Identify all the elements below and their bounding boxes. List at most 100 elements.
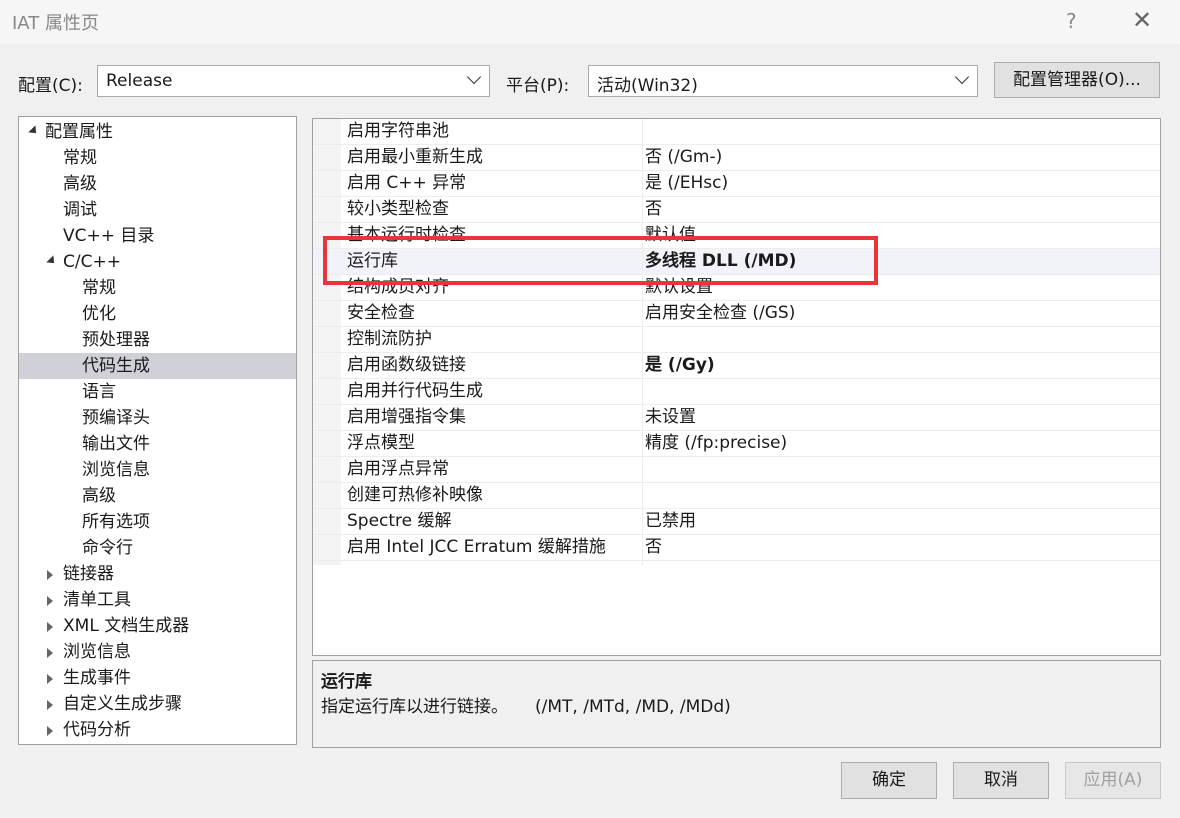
tree-item[interactable]: 高级	[19, 171, 294, 197]
property-name: 启用 Intel JCC Erratum 缓解措施	[347, 537, 606, 557]
tree-item-label: 调试	[63, 200, 97, 220]
property-value[interactable]: 否	[645, 535, 662, 560]
expand-arrow-icon[interactable]	[46, 255, 58, 267]
property-row[interactable]: 浮点模型 精度 (/fp:precise)	[313, 431, 1160, 457]
collapse-arrow-icon[interactable]	[47, 726, 53, 736]
collapse-arrow-icon[interactable]	[47, 648, 53, 658]
tree-item[interactable]: 语言	[19, 379, 294, 405]
property-row[interactable]: 启用 Intel JCC Erratum 缓解措施 否	[313, 535, 1160, 561]
tree-item[interactable]: 优化	[19, 301, 294, 327]
property-name: 创建可热修补映像	[347, 485, 483, 505]
title-bar	[0, 0, 1180, 44]
tree-item[interactable]: 预处理器	[19, 327, 294, 353]
tree-item-label: 清单工具	[63, 590, 131, 610]
property-row[interactable]: 创建可热修补映像	[313, 483, 1160, 509]
collapse-arrow-icon[interactable]	[47, 570, 53, 580]
property-value[interactable]: 未设置	[645, 405, 696, 430]
expand-arrow-icon[interactable]	[28, 125, 40, 137]
tree-item[interactable]: 高级	[19, 483, 294, 509]
tree-item[interactable]: XML 文档生成器	[19, 613, 294, 639]
collapse-arrow-icon[interactable]	[47, 596, 53, 606]
tree-item-label: 优化	[82, 304, 116, 324]
column-separator[interactable]	[642, 119, 643, 565]
help-button[interactable]: ?	[1066, 9, 1077, 33]
property-value[interactable]: 否	[645, 197, 662, 222]
tree-item[interactable]: 所有选项	[19, 509, 294, 535]
tree-item-label: 生成事件	[63, 668, 131, 688]
platform-combobox[interactable]: 活动(Win32)	[588, 65, 978, 97]
property-value[interactable]: 否 (/Gm-)	[645, 145, 722, 170]
tree-item[interactable]: 生成事件	[19, 665, 294, 691]
property-row[interactable]: 启用并行代码生成	[313, 379, 1160, 405]
tree-item[interactable]: 常规	[19, 145, 294, 171]
tree-item-label: 自定义生成步骤	[63, 694, 182, 714]
tree-item[interactable]: 清单工具	[19, 587, 294, 613]
property-name: 启用最小重新生成	[347, 147, 483, 167]
property-row[interactable]: 启用 C++ 异常 是 (/EHsc)	[313, 171, 1160, 197]
property-tree[interactable]: 配置属性 常规 高级 调试 VC++ 目录 C/C++ 常规 优化 预处理器 代码生成 语言 预编译头…	[18, 116, 297, 745]
tree-item[interactable]: 浏览信息	[19, 457, 294, 483]
property-row[interactable]: 启用字符串池	[313, 119, 1160, 145]
tree-item-label: XML 文档生成器	[63, 616, 190, 636]
tree-item[interactable]: 链接器	[19, 561, 294, 587]
tree-item[interactable]: 常规	[19, 275, 294, 301]
property-row[interactable]: 较小类型检查 否	[313, 197, 1160, 223]
config-combobox[interactable]: Release	[97, 65, 490, 97]
tree-item-label: 浏览信息	[63, 642, 131, 662]
property-name: 较小类型检查	[347, 199, 449, 219]
property-row[interactable]: 启用浮点异常	[313, 457, 1160, 483]
property-row[interactable]: Spectre 缓解 已禁用	[313, 509, 1160, 535]
config-manager-button[interactable]: 配置管理器(O)...	[994, 62, 1160, 98]
property-value[interactable]: 已禁用	[645, 509, 696, 534]
tree-item[interactable]: C/C++	[19, 249, 294, 275]
collapse-arrow-icon[interactable]	[47, 700, 53, 710]
tree-item[interactable]: 代码生成	[19, 353, 296, 379]
property-row[interactable]: 安全检查 启用安全检查 (/GS)	[313, 301, 1160, 327]
tree-item[interactable]: 输出文件	[19, 431, 294, 457]
tree-item[interactable]: 预编译头	[19, 405, 294, 431]
tree-item-label: 链接器	[63, 564, 114, 584]
tree-item-label: 高级	[82, 486, 116, 506]
tree-item-label: 常规	[63, 148, 97, 168]
close-button[interactable]: ✕	[1132, 6, 1152, 34]
property-row[interactable]: 启用最小重新生成 否 (/Gm-)	[313, 145, 1160, 171]
property-name: 启用增强指令集	[347, 407, 466, 427]
collapse-arrow-icon[interactable]	[47, 622, 53, 632]
tree-item[interactable]: 命令行	[19, 535, 294, 561]
property-value[interactable]: 是 (/Gy)	[645, 353, 715, 378]
property-grid[interactable]: 启用字符串池启用最小重新生成 否 (/Gm-) 启用 C++ 异常 是 (/EHsc)…	[312, 118, 1161, 656]
property-name: 启用字符串池	[347, 121, 449, 141]
property-row[interactable]: 启用函数级链接 是 (/Gy)	[313, 353, 1160, 379]
tree-item-label: 浏览信息	[82, 460, 150, 480]
window-title: IAT 属性页	[12, 13, 99, 34]
tree-item[interactable]: 配置属性	[19, 119, 294, 145]
platform-label: 平台(P):	[506, 76, 570, 96]
tree-item-label: 命令行	[82, 538, 133, 558]
tree-item[interactable]: 浏览信息	[19, 639, 294, 665]
cancel-button[interactable]: 取消	[953, 762, 1049, 799]
property-name: 启用函数级链接	[347, 355, 466, 375]
tree-item[interactable]: 调试	[19, 197, 294, 223]
tree-item-label: 输出文件	[82, 434, 150, 454]
ok-button[interactable]: 确定	[841, 762, 937, 799]
property-row[interactable]: 启用增强指令集 未设置	[313, 405, 1160, 431]
tree-item-label: 高级	[63, 174, 97, 194]
tree-item-label: 常规	[82, 278, 116, 298]
tree-item-label: 代码生成	[82, 356, 150, 376]
collapse-arrow-icon[interactable]	[47, 674, 53, 684]
platform-value: 活动(Win32)	[597, 76, 698, 96]
property-name: 控制流防护	[347, 329, 432, 349]
property-value[interactable]: 启用安全检查 (/GS)	[645, 301, 795, 326]
tree-item[interactable]: 代码分析	[19, 717, 294, 743]
config-label: 配置(C):	[18, 76, 83, 96]
tree-item[interactable]: 自定义生成步骤	[19, 691, 294, 717]
tree-item-label: 语言	[82, 382, 116, 402]
property-name: 安全检查	[347, 303, 415, 323]
apply-button[interactable]: 应用(A)	[1065, 762, 1161, 799]
property-row[interactable]: 控制流防护	[313, 327, 1160, 353]
tree-item-label: 预处理器	[82, 330, 150, 350]
tree-item[interactable]: VC++ 目录	[19, 223, 294, 249]
description-text: 指定运行库以进行链接。 (/MT, /MTd, /MD, /MDd)	[321, 697, 731, 717]
property-value[interactable]: 是 (/EHsc)	[645, 171, 728, 196]
property-value[interactable]: 精度 (/fp:precise)	[645, 431, 787, 456]
